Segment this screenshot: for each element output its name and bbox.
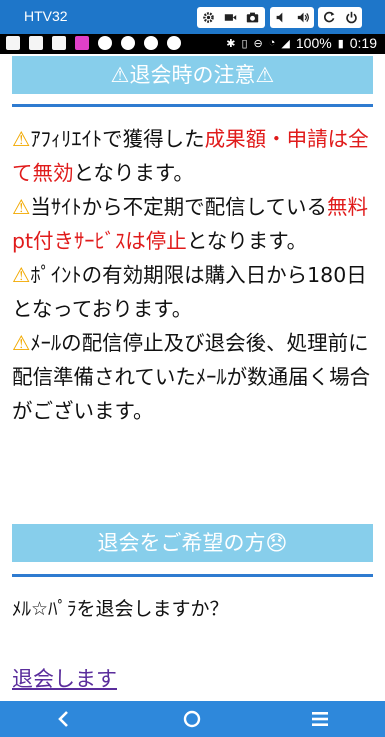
- withdraw-link[interactable]: 退会します: [12, 663, 117, 693]
- home-icon[interactable]: [162, 701, 222, 737]
- emulator-title: HTV32: [24, 8, 68, 24]
- warning-icon: ⚠: [12, 263, 31, 287]
- confirm-question: ﾒﾙ☆ﾊﾟﾗを退会しますか？: [12, 598, 229, 620]
- notice-item: ⚠ｱﾌｨﾘｴｲﾄで獲得した成果額・申請は全て無効となります。: [12, 122, 375, 190]
- emulator-volume-group: [270, 7, 314, 28]
- status-bar: ✱ ▯ ⊖ ◔ ◢ 100% ▮ 0:19: [0, 34, 385, 54]
- divider: [12, 574, 373, 577]
- notice-item: ⚠当ｻｲﾄから不定期で配信している無料pt付きｻｰﾋﾞｽは停止となります。: [12, 190, 375, 258]
- video-camera-icon[interactable]: [219, 7, 241, 28]
- do-not-disturb-icon: ⊖: [253, 37, 263, 50]
- chrome-icon: [98, 36, 112, 50]
- notice-text: ｱﾌｨﾘｴｲﾄで獲得した: [30, 127, 205, 151]
- menu-icon[interactable]: [290, 701, 350, 737]
- camera-icon[interactable]: [241, 7, 263, 28]
- app-notification-icon: [75, 36, 89, 50]
- battery-percentage: 100%: [295, 35, 332, 51]
- volume-down-icon[interactable]: [270, 7, 292, 28]
- chrome-icon: [167, 36, 181, 50]
- notification-icon: [29, 36, 43, 50]
- bluetooth-icon: ✱: [226, 37, 236, 50]
- emulator-title-bar: HTV32: [0, 0, 385, 34]
- volume-up-icon[interactable]: [292, 7, 314, 28]
- wifi-icon: ◔: [268, 37, 276, 49]
- chrome-icon: [121, 36, 135, 50]
- notification-icons: [6, 36, 181, 50]
- gear-icon[interactable]: [197, 7, 219, 28]
- rotate-icon[interactable]: [318, 7, 340, 28]
- notice-text: ﾒｰﾙの配信停止及び退会後、処理前に配信準備されていたﾒｰﾙが数通届く場合がござ…: [12, 331, 371, 423]
- notice-text: 当ｻｲﾄから不定期で配信している: [30, 195, 328, 219]
- notice-item: ⚠ﾎﾟｲﾝﾄの有効期限は購入日から180日となっております。: [12, 258, 375, 326]
- notice-header: ⚠退会時の注意⚠: [12, 56, 373, 94]
- clock: 0:19: [349, 35, 377, 51]
- notice-text: となります。: [186, 229, 308, 253]
- emulator-power-group: [318, 7, 362, 28]
- page-content: ⚠退会時の注意⚠ ⚠ｱﾌｨﾘｴｲﾄで獲得した成果額・申請は全て無効となります。 …: [0, 54, 385, 701]
- chrome-icon: [144, 36, 158, 50]
- battery-icon: ▮: [337, 37, 344, 50]
- emulator-tools-group: [197, 7, 265, 28]
- warning-icon: ⚠: [12, 127, 31, 151]
- navigation-bar: [0, 701, 385, 737]
- notice-item: ⚠ﾒｰﾙの配信停止及び退会後、処理前に配信準備されていたﾒｰﾙが数通届く場合がご…: [12, 326, 375, 428]
- power-icon[interactable]: [340, 7, 362, 28]
- back-icon[interactable]: [34, 701, 94, 737]
- vibrate-icon: ▯: [241, 37, 248, 50]
- notice-list: ⚠ｱﾌｨﾘｴｲﾄで獲得した成果額・申請は全て無効となります。 ⚠当ｻｲﾄから不定…: [12, 122, 375, 428]
- device-frame: HTV32 ✱ ▯ ⊖ ◔ ◢ 100% ▮ 0:19 ⚠退会時の注意⚠ ⚠ｱﾌ…: [0, 0, 385, 737]
- divider: [12, 104, 373, 107]
- confirm-header: 退会をご希望の方😞: [12, 524, 373, 562]
- notice-text: ﾎﾟｲﾝﾄの有効期限は購入日から180日となっております。: [12, 263, 367, 321]
- warning-icon: ⚠: [12, 195, 31, 219]
- notice-text: となります。: [73, 161, 194, 185]
- notification-icon: [52, 36, 66, 50]
- system-status-icons: ✱ ▯ ⊖ ◔ ◢ 100% ▮ 0:19: [226, 35, 377, 51]
- signal-icon: ◢: [281, 37, 290, 50]
- warning-icon: ⚠: [12, 331, 31, 355]
- notification-icon: [6, 36, 20, 50]
